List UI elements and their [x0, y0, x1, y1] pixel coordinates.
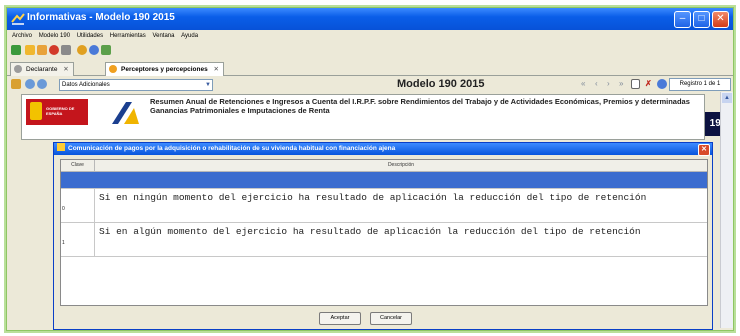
- app-icon: [11, 13, 25, 25]
- first-record-icon[interactable]: «: [581, 80, 585, 88]
- open-folder-icon[interactable]: [25, 45, 35, 55]
- arrow-right-icon[interactable]: [37, 79, 47, 89]
- agencia-tributaria-logo: [112, 102, 139, 124]
- table-row[interactable]: 0 Si en ningún momento del ejercicio ha …: [61, 189, 707, 223]
- tab-declarante[interactable]: Declarante ✕: [10, 62, 74, 76]
- form-description: Resumen Anual de Retenciones e Ingresos …: [150, 97, 690, 115]
- coat-of-arms-icon: [30, 102, 42, 120]
- tab-strip: Declarante ✕ Perceptores y percepciones …: [7, 61, 733, 76]
- menu-herramientas[interactable]: Herramientas: [110, 33, 146, 39]
- row-description: Si en algún momento del ejercicio ha res…: [99, 226, 641, 237]
- delete-icon[interactable]: [49, 45, 59, 55]
- vertical-scrollbar[interactable]: ▲: [720, 92, 733, 328]
- menu-bar: Archivo Modelo 190 Utilidades Herramient…: [7, 30, 733, 42]
- maximize-button[interactable]: □: [693, 11, 710, 28]
- tools-icon[interactable]: [61, 45, 71, 55]
- exit-icon[interactable]: [101, 45, 111, 55]
- save-icon[interactable]: [37, 45, 47, 55]
- new-record-icon[interactable]: [631, 79, 640, 89]
- last-record-icon[interactable]: »: [619, 80, 623, 88]
- close-button[interactable]: ✕: [712, 11, 729, 28]
- scroll-up-icon[interactable]: ▲: [722, 93, 732, 103]
- section-select[interactable]: Datos Adicionales ▼: [59, 79, 213, 91]
- accept-button[interactable]: Aceptar: [319, 312, 361, 325]
- section-select-value: Datos Adicionales: [62, 82, 110, 88]
- gobierno-logo: GOBIERNO DE ESPAÑA: [26, 99, 88, 125]
- dialog-close-button[interactable]: ✕: [698, 144, 710, 156]
- form-header-banner: GOBIERNO DE ESPAÑA Resumen Anual de Rete…: [21, 94, 705, 140]
- selection-dialog: Comunicación de pagos por la adquisición…: [53, 142, 713, 330]
- tree-icon[interactable]: [11, 79, 21, 89]
- row-key: 1: [61, 223, 95, 256]
- tab-label: Perceptores y percepciones: [121, 66, 208, 73]
- record-indicator: Registro 1 de 1: [669, 78, 731, 91]
- table-row[interactable]: 1 Si en algún momento del ejercicio ha r…: [61, 223, 707, 257]
- help-icon[interactable]: [89, 45, 99, 55]
- minimize-button[interactable]: –: [674, 11, 691, 28]
- menu-modelo-190[interactable]: Modelo 190: [39, 33, 70, 39]
- toolbar: Modelo 190 2015: [7, 42, 733, 90]
- column-header-clave[interactable]: Clave: [61, 160, 95, 171]
- row-key: [61, 172, 95, 188]
- window-title: Informativas - Modelo 190 2015: [27, 12, 175, 23]
- tab-label: Declarante: [26, 66, 58, 73]
- title-bar[interactable]: Informativas - Modelo 190 2015 – □ ✕: [7, 8, 733, 30]
- cancel-button[interactable]: Cancelar: [370, 312, 412, 325]
- table-header: Clave Descripción: [61, 160, 707, 172]
- declarante-tab-icon: [14, 65, 22, 73]
- record-toolbar: Datos Adicionales ▼ « ‹ › » ✗ Registro 1…: [7, 76, 733, 92]
- perceptores-tab-icon: [109, 65, 117, 73]
- application-window: Informativas - Modelo 190 2015 – □ ✕ Arc…: [6, 7, 734, 331]
- tab-close-icon[interactable]: ✕: [63, 66, 68, 73]
- menu-archivo[interactable]: Archivo: [12, 33, 32, 39]
- menu-ayuda[interactable]: Ayuda: [181, 33, 198, 39]
- menu-ventana[interactable]: Ventana: [152, 33, 174, 39]
- table-row[interactable]: [61, 172, 707, 189]
- menu-utilidades[interactable]: Utilidades: [77, 33, 103, 39]
- previous-record-icon[interactable]: ‹: [595, 80, 598, 88]
- dialog-app-icon: [57, 143, 65, 151]
- back-icon[interactable]: [11, 45, 21, 55]
- chevron-down-icon: ▼: [205, 82, 211, 88]
- dialog-title-bar[interactable]: Comunicación de pagos por la adquisición…: [54, 143, 712, 156]
- dialog-title: Comunicación de pagos por la adquisición…: [68, 145, 396, 152]
- gobierno-logo-text: GOBIERNO DE ESPAÑA: [46, 106, 75, 116]
- row-description: Si en ningún momento del ejercicio ha re…: [99, 192, 647, 203]
- tab-perceptores[interactable]: Perceptores y percepciones ✕: [105, 62, 224, 76]
- info-icon[interactable]: [77, 45, 87, 55]
- row-key: 0: [61, 189, 95, 222]
- options-table: Clave Descripción 0 Si en ningún momento…: [60, 159, 708, 306]
- record-help-icon[interactable]: [657, 79, 667, 89]
- next-record-icon[interactable]: ›: [607, 80, 610, 88]
- tab-close-icon[interactable]: ✕: [214, 66, 219, 73]
- arrow-left-icon[interactable]: [25, 79, 35, 89]
- delete-record-icon[interactable]: ✗: [645, 80, 652, 88]
- column-header-descripcion[interactable]: Descripción: [95, 160, 707, 171]
